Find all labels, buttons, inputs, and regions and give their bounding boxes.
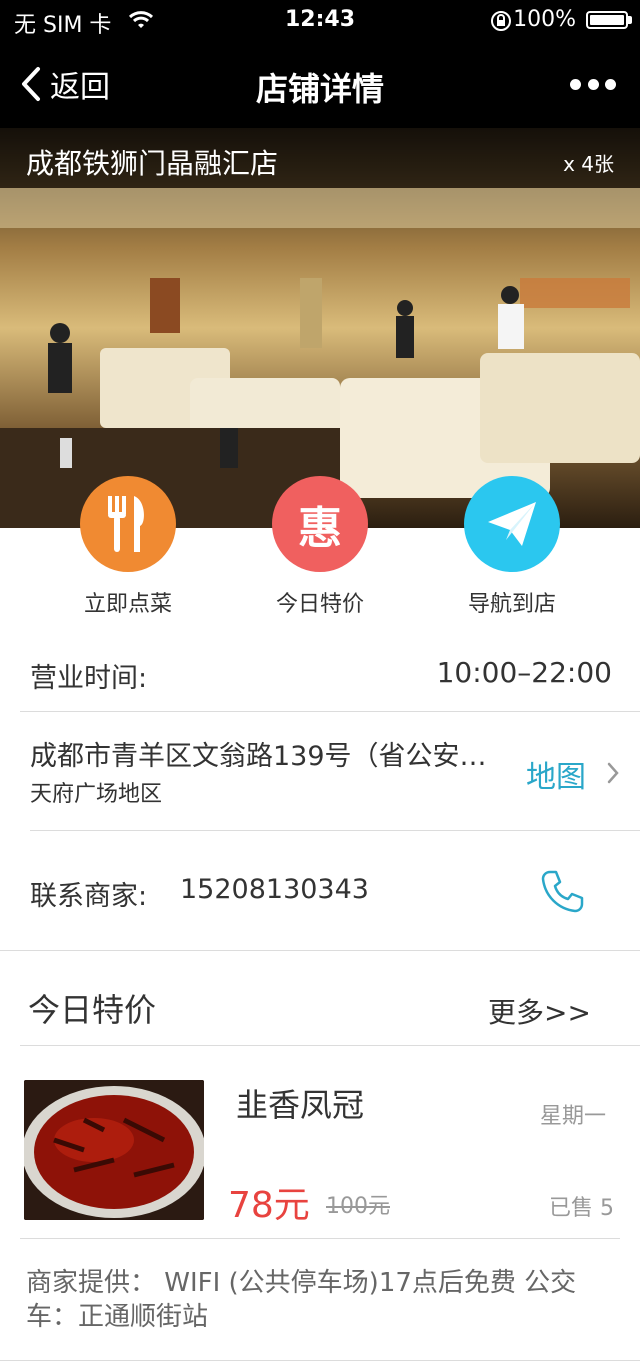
deal-name: 韭香凤冠	[236, 1086, 365, 1124]
photo-caption-bar: 成都铁狮门晶融汇店 x 4张	[0, 128, 640, 188]
map-link[interactable]: 地图	[526, 752, 586, 796]
battery-percent: 100%	[513, 7, 576, 32]
today-special-label: 今日特价	[275, 592, 364, 617]
contact-phone[interactable]: 15208130343	[180, 874, 369, 905]
store-photo[interactable]: 成都铁狮门晶融汇店 x 4张	[0, 128, 640, 528]
dot-icon	[570, 78, 581, 90]
deal-item[interactable]: 韭香凤冠 星期一 78元 100元 已售 5	[0, 1046, 640, 1238]
specials-section: 今日特价 更多>>	[0, 951, 640, 1045]
order-now-button[interactable]: 立即点菜	[32, 476, 224, 618]
store-name: 成都铁狮门晶融汇店	[26, 147, 279, 180]
chevron-right-icon	[607, 762, 619, 784]
battery-tip	[628, 16, 632, 24]
more-specials-link[interactable]: 更多>>	[488, 991, 591, 1031]
order-circle	[80, 476, 176, 572]
navigate-label: 导航到店	[467, 592, 556, 617]
address-line1: 成都市青羊区文翁路139号（省公安…	[30, 741, 487, 772]
photo-count: x 4张	[563, 152, 614, 176]
deal-original-price: 100元	[326, 1194, 390, 1219]
nav-bar: 返回 店铺详情	[0, 40, 640, 128]
order-now-label: 立即点菜	[83, 592, 172, 617]
dot-icon	[605, 78, 616, 90]
rotation-lock-icon	[491, 11, 511, 31]
divider	[20, 1238, 620, 1239]
divider	[0, 1360, 640, 1361]
hours-label: 营业时间:	[30, 663, 148, 694]
hui-badge-icon: 惠	[298, 503, 342, 554]
address-row[interactable]: 成都市青羊区文翁路139号（省公安… 天府广场地区 地图	[0, 712, 640, 830]
deal-price: 78元	[228, 1185, 310, 1226]
hours-value: 10:00–22:00	[436, 656, 612, 689]
today-special-button[interactable]: 惠 今日特价	[224, 476, 416, 618]
special-circle: 惠	[272, 476, 368, 572]
dish-photo	[24, 1080, 204, 1220]
dish-image	[24, 1080, 204, 1220]
restaurant-interior-illustration	[0, 128, 640, 528]
facilities-text: 商家提供： WIFI (公共停车场)17点后免费 公交车：正通顺街站	[26, 1268, 577, 1332]
more-button[interactable]	[570, 74, 616, 94]
status-bar: 无 SIM 卡 12:43 100%	[0, 0, 640, 40]
paper-plane-icon	[488, 502, 536, 546]
fork-knife-icon	[108, 496, 144, 552]
navigate-circle	[464, 476, 560, 572]
contact-label: 联系商家:	[30, 881, 148, 912]
address-district: 天府广场地区	[30, 782, 163, 807]
battery-icon	[586, 11, 628, 29]
deal-day: 星期一	[539, 1104, 606, 1129]
specials-title: 今日特价	[28, 991, 157, 1029]
divider	[30, 830, 640, 831]
dot-icon	[587, 78, 599, 90]
phone-icon[interactable]	[540, 868, 586, 914]
deal-sold-count: 已售 5	[549, 1196, 614, 1221]
page-title: 店铺详情	[255, 70, 384, 108]
navigate-button[interactable]: 导航到店	[416, 476, 608, 618]
